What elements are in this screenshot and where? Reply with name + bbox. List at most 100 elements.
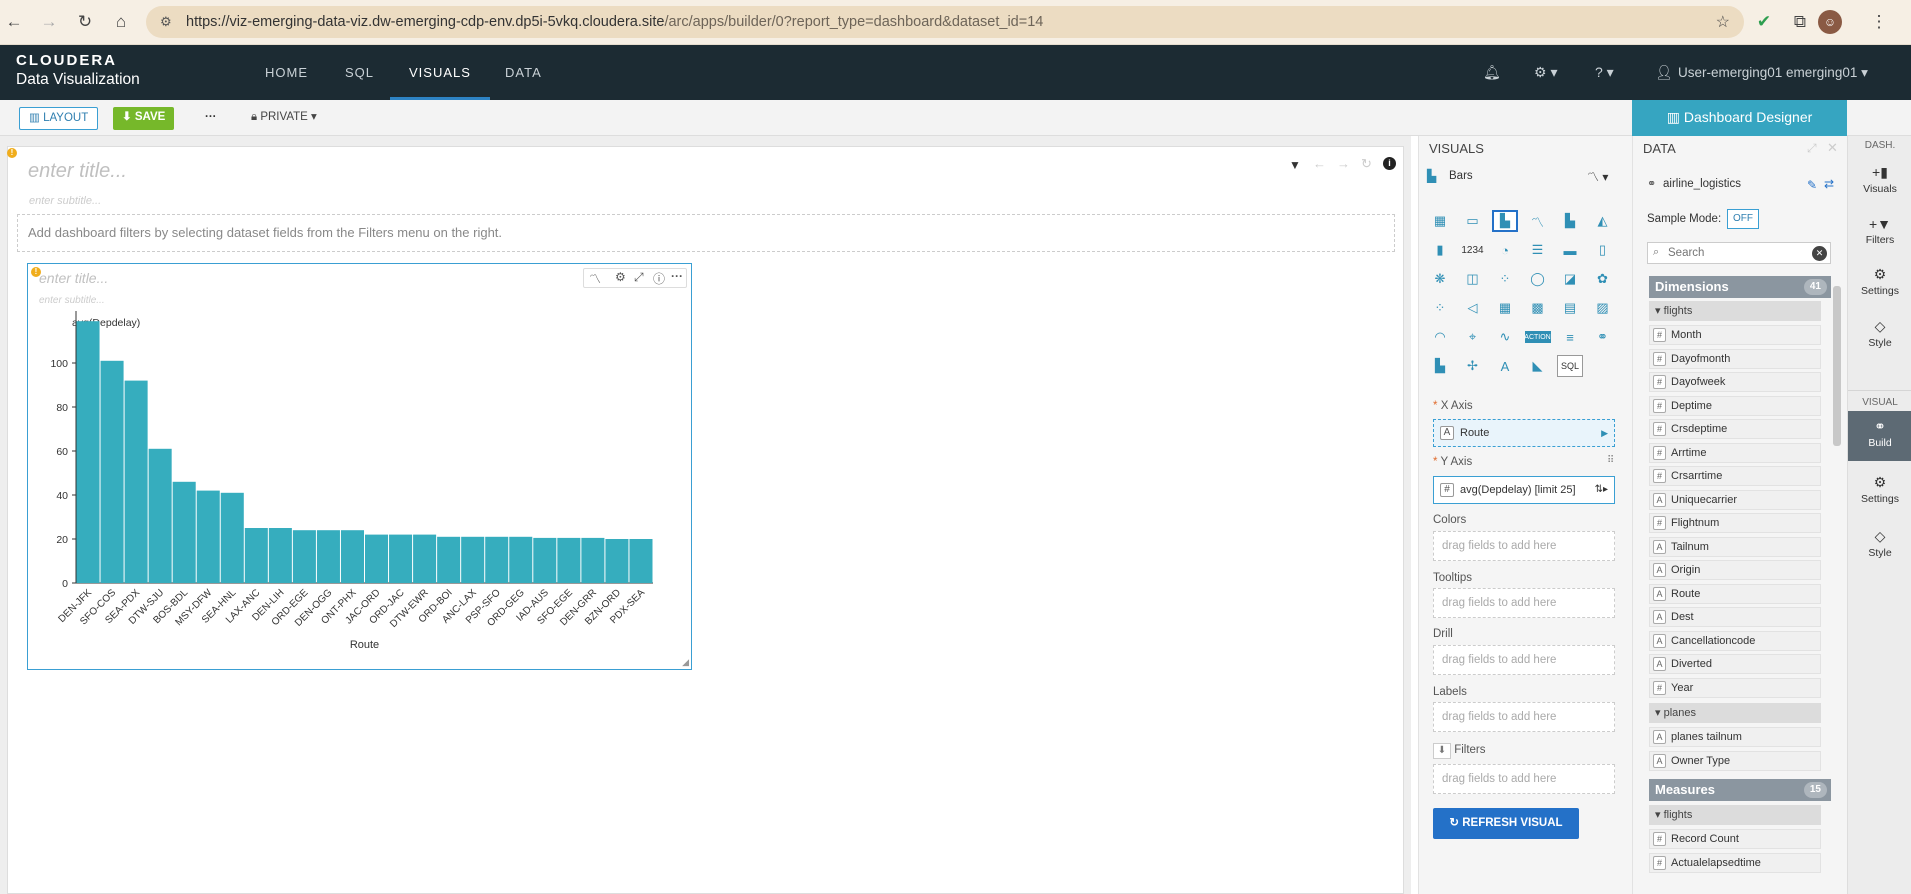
measure-field[interactable]: # Actualelapsedtime	[1649, 852, 1821, 873]
browser-menu-icon[interactable]: ⋮	[1868, 12, 1890, 32]
measures-header[interactable]: Measures 15	[1649, 779, 1831, 801]
visual-type-icon-3[interactable]: ▙	[1492, 210, 1518, 232]
dimension-field[interactable]: A Uniquecarrier	[1649, 489, 1821, 510]
dimension-field[interactable]: # Crsarrtime	[1649, 466, 1821, 486]
measure-field[interactable]: # Record Count	[1649, 829, 1821, 849]
dataset-name[interactable]: airline_logistics	[1663, 178, 1741, 190]
dashboard-subtitle-input[interactable]: enter subtitle...	[29, 195, 101, 207]
x-axis-field[interactable]: Route	[1460, 427, 1489, 439]
flights-group-header[interactable]: ▾ flights	[1649, 301, 1821, 321]
help-icon[interactable]: ? ▾	[1595, 64, 1614, 81]
visual-type-icon-7[interactable]: ▮	[1427, 239, 1453, 261]
bar[interactable]	[605, 539, 629, 583]
rail-filters[interactable]: +▼ Filters	[1848, 216, 1911, 246]
visual-type-icon-5[interactable]: ▙	[1557, 210, 1583, 232]
settings-gear-icon[interactable]: ⚙ ▾	[1534, 64, 1557, 81]
visual-type-icon-29[interactable]: ≡	[1557, 326, 1583, 348]
visual-type-icon-24[interactable]: ▨	[1590, 297, 1616, 319]
visual-type-icon-17[interactable]: ◪	[1557, 268, 1583, 290]
clear-search-icon[interactable]: ✕	[1812, 246, 1827, 261]
dimension-field[interactable]: A Origin	[1649, 560, 1821, 580]
dashboard-designer-tab[interactable]: ▥ Dashboard Designer	[1632, 100, 1847, 136]
bar[interactable]	[485, 536, 509, 583]
visual-type-icon-19[interactable]: ⁘	[1427, 297, 1453, 319]
drag-handle-icon[interactable]: ⠿	[1607, 455, 1614, 466]
expand-panel-icon[interactable]: ⤢	[1807, 141, 1817, 156]
planes-field[interactable]: A Owner Type	[1649, 750, 1821, 771]
nav-sql[interactable]: SQL	[345, 45, 374, 100]
visual-type-icon-22[interactable]: ▩	[1525, 297, 1551, 319]
visual-type-icon-1[interactable]: ▦	[1427, 210, 1453, 232]
sample-mode-toggle[interactable]: OFF	[1727, 209, 1759, 229]
dimension-field[interactable]: A Diverted	[1649, 654, 1821, 674]
dimension-field[interactable]: # Deptime	[1649, 395, 1821, 416]
planes-field[interactable]: Aplanes tailnum	[1649, 727, 1821, 747]
dimension-field[interactable]: A Cancellationcode	[1649, 630, 1821, 651]
bar[interactable]	[100, 360, 124, 583]
extensions-puzzle-icon[interactable]: ⧉	[1789, 12, 1811, 32]
dimension-field[interactable]: # Flightnum	[1649, 513, 1821, 533]
dimensions-header[interactable]: Dimensions 41	[1649, 276, 1831, 298]
redo-arrow-icon[interactable]: →	[1337, 156, 1350, 171]
visual-type-icon-11[interactable]: ▬	[1557, 239, 1583, 261]
tooltips-shelf[interactable]: drag fields to add here	[1433, 588, 1615, 618]
bar[interactable]	[196, 490, 220, 583]
dimension-field[interactable]: # Dayofmonth	[1649, 348, 1821, 369]
visual-type-icon-30[interactable]: ⚭	[1590, 326, 1616, 348]
visual-type-icon-33[interactable]: A	[1492, 355, 1518, 377]
user-icon[interactable]: 👤︎	[1655, 64, 1673, 81]
visual-type-icon-35[interactable]: SQL	[1557, 355, 1583, 377]
user-menu[interactable]: User-emerging01 emerging01 ▾	[1678, 65, 1868, 81]
privacy-dropdown[interactable]: 🔒︎ PRIVATE ▾	[242, 107, 326, 130]
refresh-icon[interactable]: ↻	[1361, 156, 1372, 172]
notifications-bell-icon[interactable]: 🔔︎	[1483, 64, 1501, 81]
bar[interactable]	[220, 492, 244, 583]
visual-type-icon-25[interactable]: ◠	[1427, 326, 1453, 348]
visual-type-icon-10[interactable]: ☰	[1525, 239, 1551, 261]
visual-type-icon-12[interactable]: ▯	[1590, 239, 1616, 261]
bar[interactable]	[557, 537, 581, 583]
dimension-field[interactable]: # Arrtime	[1649, 442, 1821, 463]
visual-type-icon-8[interactable]: 1234	[1460, 239, 1486, 261]
field-list-scrollbar[interactable]	[1833, 286, 1841, 446]
colors-shelf[interactable]: drag fields to add here	[1433, 531, 1615, 561]
data-search[interactable]: ⌕ ✕	[1647, 242, 1831, 264]
back-icon[interactable]: ←	[3, 12, 25, 32]
dimension-field[interactable]: # Crsdeptime	[1649, 419, 1821, 439]
dashboard-filters-area[interactable]: Add dashboard filters by selecting datas…	[17, 214, 1395, 252]
address-bar[interactable]: ⚙ https://viz-emerging-data-viz.dw-emerg…	[146, 6, 1744, 38]
drill-shelf[interactable]: drag fields to add here	[1433, 645, 1615, 675]
search-input[interactable]	[1668, 245, 1803, 261]
bar[interactable]	[461, 536, 485, 583]
dimension-field[interactable]: A Tailnum	[1649, 536, 1821, 557]
filters-shelf[interactable]: drag fields to add here	[1433, 764, 1615, 794]
visual-type-icon-14[interactable]: ◫	[1460, 268, 1486, 290]
visual-container[interactable]: ! enter title... enter subtitle... 〽 ⚙ ⤢…	[27, 263, 692, 670]
bar[interactable]	[268, 528, 292, 583]
layout-button[interactable]: ▥ LAYOUT	[19, 107, 99, 130]
filter-download-icon[interactable]: ⬇	[1433, 743, 1451, 759]
visual-type-icon-34[interactable]: ◣	[1525, 355, 1551, 377]
home-icon[interactable]: ⌂	[110, 12, 132, 32]
visual-type-icon-23[interactable]: ▤	[1557, 297, 1583, 319]
visual-type-icon-6[interactable]: ◭	[1590, 210, 1616, 232]
visual-type-icon-28[interactable]: ACTION	[1524, 331, 1551, 343]
nav-visuals[interactable]: VISUALS	[390, 45, 490, 100]
bar[interactable]	[172, 481, 196, 583]
visual-type-icon-16[interactable]: ◯	[1525, 268, 1551, 290]
dimension-field[interactable]: # Year	[1649, 677, 1821, 698]
close-panel-icon[interactable]: ✕	[1827, 140, 1838, 156]
save-button[interactable]: ⬇ SAVE	[113, 107, 175, 130]
rail-build[interactable]: ⚭ Build	[1848, 411, 1911, 461]
rail-dash-settings[interactable]: ⚙ Settings	[1848, 266, 1911, 297]
undo-arrow-icon[interactable]: ←	[1313, 156, 1326, 171]
bar[interactable]	[437, 536, 461, 583]
visual-type-icon-18[interactable]: ✿	[1590, 268, 1616, 290]
nav-home[interactable]: HOME	[265, 45, 308, 100]
chart-toggle-icon[interactable]: 〽 ▾	[1587, 168, 1608, 185]
dimension-field[interactable]: A Route	[1649, 583, 1821, 604]
y-axis-shelf[interactable]: # avg(Depdelay) [limit 25] ⇅▸	[1433, 476, 1615, 504]
bar[interactable]	[340, 530, 364, 583]
bar[interactable]	[292, 530, 316, 583]
visual-type-icon-32[interactable]: ✢	[1460, 355, 1486, 377]
